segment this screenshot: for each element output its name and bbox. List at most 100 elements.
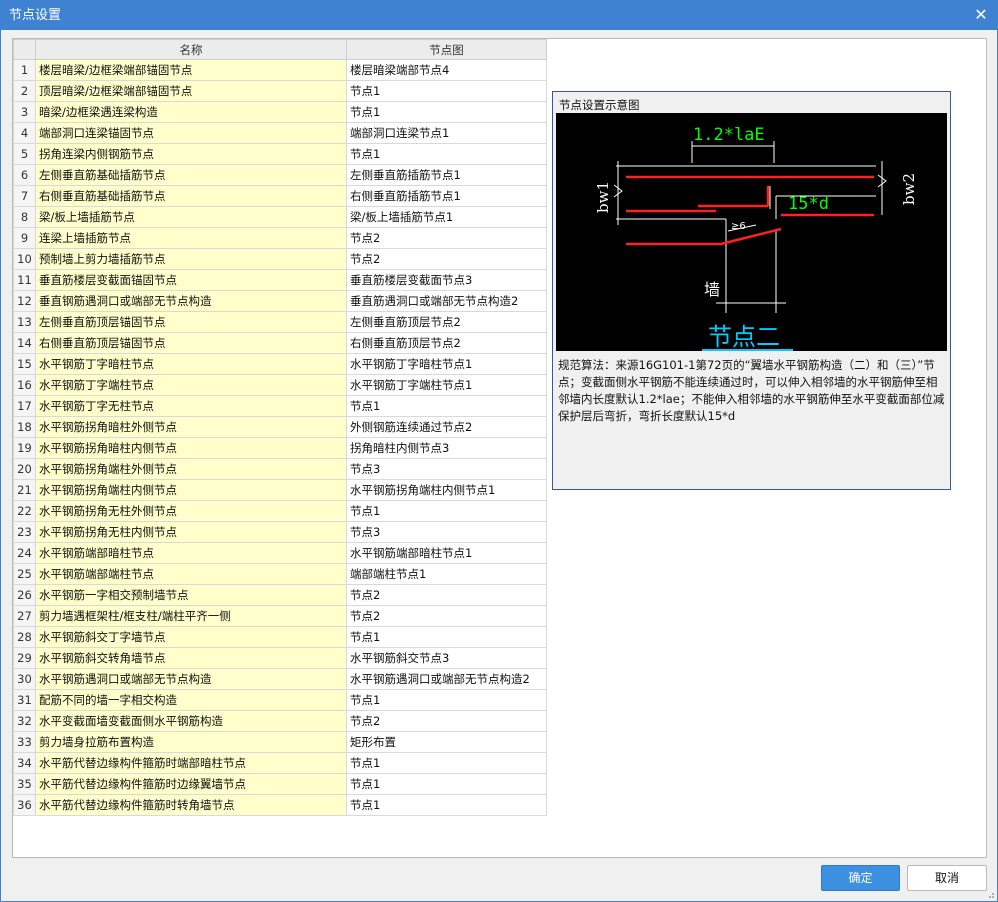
row-node-cell[interactable]: 节点2 bbox=[346, 248, 547, 270]
table-row[interactable]: 28 水平钢筋斜交丁字墙节点 节点1 bbox=[13, 626, 547, 648]
row-name-cell[interactable]: 梁/板上墙插筋节点 bbox=[35, 206, 347, 228]
table-row[interactable]: 6 左侧垂直筋基础插筋节点 左侧垂直筋插筋节点1 bbox=[13, 164, 547, 186]
table-row[interactable]: 19 水平钢筋拐角暗柱内侧节点 拐角暗柱内侧节点3 bbox=[13, 437, 547, 459]
row-name-cell[interactable]: 水平钢筋丁字暗柱节点 bbox=[35, 353, 347, 375]
row-node-cell[interactable]: 节点2 bbox=[346, 710, 547, 732]
row-node-cell[interactable]: 右侧垂直筋顶层节点2 bbox=[346, 332, 547, 354]
table-row[interactable]: 23 水平钢筋拐角无柱内侧节点 节点3 bbox=[13, 521, 547, 543]
table-row[interactable]: 7 右侧垂直筋基础插筋节点 右侧垂直筋插筋节点1 bbox=[13, 185, 547, 207]
cancel-button[interactable]: 取消 bbox=[907, 865, 987, 891]
row-name-cell[interactable]: 垂直筋楼层变截面锚固节点 bbox=[35, 269, 347, 291]
row-node-cell[interactable]: 节点2 bbox=[346, 584, 547, 606]
row-name-cell[interactable]: 水平钢筋斜交丁字墙节点 bbox=[35, 626, 347, 648]
row-name-cell[interactable]: 水平钢筋拐角端柱外侧节点 bbox=[35, 458, 347, 480]
table-row[interactable]: 9 连梁上墙插筋节点 节点2 bbox=[13, 227, 547, 249]
table-row[interactable]: 4 端部洞口连梁锚固节点 端部洞口连梁节点1 bbox=[13, 122, 547, 144]
row-node-cell[interactable]: 矩形布置 bbox=[346, 731, 547, 753]
table-row[interactable]: 33 剪力墙身拉筋布置构造 矩形布置 bbox=[13, 731, 547, 753]
row-name-cell[interactable]: 水平变截面墙变截面侧水平钢筋构造 bbox=[35, 710, 347, 732]
row-name-cell[interactable]: 水平筋代替边缘构件箍筋时边缘翼墙节点 bbox=[35, 773, 347, 795]
row-name-cell[interactable]: 楼层暗梁/边框梁端部锚固节点 bbox=[35, 59, 347, 81]
row-name-cell[interactable]: 水平钢筋斜交转角墙节点 bbox=[35, 647, 347, 669]
row-node-cell[interactable]: 节点3 bbox=[346, 521, 547, 543]
row-node-cell[interactable]: 节点1 bbox=[346, 80, 547, 102]
row-node-cell[interactable]: 水平钢筋遇洞口或端部无节点构造2 bbox=[346, 668, 547, 690]
row-name-cell[interactable]: 水平钢筋拐角暗柱内侧节点 bbox=[35, 437, 347, 459]
row-node-cell[interactable]: 外侧钢筋连续通过节点2 bbox=[346, 416, 547, 438]
row-name-cell[interactable]: 水平钢筋端部端柱节点 bbox=[35, 563, 347, 585]
row-name-cell[interactable]: 预制墙上剪力墙插筋节点 bbox=[35, 248, 347, 270]
row-name-cell[interactable]: 水平钢筋一字相交预制墙节点 bbox=[35, 584, 347, 606]
row-node-cell[interactable]: 节点2 bbox=[346, 605, 547, 627]
row-node-cell[interactable]: 节点3 bbox=[346, 458, 547, 480]
table-row[interactable]: 17 水平钢筋丁字无柱节点 节点1 bbox=[13, 395, 547, 417]
table-row[interactable]: 11 垂直筋楼层变截面锚固节点 垂直筋楼层变截面节点3 bbox=[13, 269, 547, 291]
table-row[interactable]: 32 水平变截面墙变截面侧水平钢筋构造 节点2 bbox=[13, 710, 547, 732]
row-name-cell[interactable]: 拐角连梁内侧钢筋节点 bbox=[35, 143, 347, 165]
row-name-cell[interactable]: 水平钢筋丁字无柱节点 bbox=[35, 395, 347, 417]
row-node-cell[interactable]: 端部端柱节点1 bbox=[346, 563, 547, 585]
table-row[interactable]: 20 水平钢筋拐角端柱外侧节点 节点3 bbox=[13, 458, 547, 480]
row-name-cell[interactable]: 顶层暗梁/边框梁端部锚固节点 bbox=[35, 80, 347, 102]
row-node-cell[interactable]: 节点2 bbox=[346, 227, 547, 249]
row-name-cell[interactable]: 水平钢筋遇洞口或端部无节点构造 bbox=[35, 668, 347, 690]
table-row[interactable]: 16 水平钢筋丁字端柱节点 水平钢筋丁字端柱节点1 bbox=[13, 374, 547, 396]
row-node-cell[interactable]: 水平钢筋端部暗柱节点1 bbox=[346, 542, 547, 564]
row-node-cell[interactable]: 节点1 bbox=[346, 395, 547, 417]
table-row[interactable]: 36 水平筋代替边缘构件箍筋时转角墙节点 节点1 bbox=[13, 794, 547, 816]
row-node-cell[interactable]: 节点1 bbox=[346, 752, 547, 774]
table-row[interactable]: 26 水平钢筋一字相交预制墙节点 节点2 bbox=[13, 584, 547, 606]
row-node-cell[interactable]: 楼层暗梁端部节点4 bbox=[346, 59, 547, 81]
row-name-cell[interactable]: 暗梁/边框梁遇连梁构造 bbox=[35, 101, 347, 123]
row-name-cell[interactable]: 左侧垂直筋基础插筋节点 bbox=[35, 164, 347, 186]
table-row[interactable]: 35 水平筋代替边缘构件箍筋时边缘翼墙节点 节点1 bbox=[13, 773, 547, 795]
row-node-cell[interactable]: 梁/板上墙插筋节点1 bbox=[346, 206, 547, 228]
table-row[interactable]: 24 水平钢筋端部暗柱节点 水平钢筋端部暗柱节点1 bbox=[13, 542, 547, 564]
row-name-cell[interactable]: 右侧垂直筋顶层锚固节点 bbox=[35, 332, 347, 354]
table-row[interactable]: 29 水平钢筋斜交转角墙节点 水平钢筋斜交节点3 bbox=[13, 647, 547, 669]
row-name-cell[interactable]: 垂直钢筋遇洞口或端部无节点构造 bbox=[35, 290, 347, 312]
row-node-cell[interactable]: 水平钢筋斜交节点3 bbox=[346, 647, 547, 669]
row-name-cell[interactable]: 水平钢筋丁字端柱节点 bbox=[35, 374, 347, 396]
row-node-cell[interactable]: 水平钢筋拐角端柱内侧节点1 bbox=[346, 479, 547, 501]
table-row[interactable]: 1 楼层暗梁/边框梁端部锚固节点 楼层暗梁端部节点4 bbox=[13, 59, 547, 81]
row-name-cell[interactable]: 水平钢筋拐角端柱内侧节点 bbox=[35, 479, 347, 501]
table-row[interactable]: 14 右侧垂直筋顶层锚固节点 右侧垂直筋顶层节点2 bbox=[13, 332, 547, 354]
row-name-cell[interactable]: 水平钢筋端部暗柱节点 bbox=[35, 542, 347, 564]
row-node-cell[interactable]: 节点1 bbox=[346, 773, 547, 795]
column-header-name[interactable]: 名称 bbox=[35, 39, 347, 60]
table-row[interactable]: 5 拐角连梁内侧钢筋节点 节点1 bbox=[13, 143, 547, 165]
row-node-cell[interactable]: 拐角暗柱内侧节点3 bbox=[346, 437, 547, 459]
row-node-cell[interactable]: 水平钢筋丁字端柱节点1 bbox=[346, 374, 547, 396]
row-node-cell[interactable]: 节点1 bbox=[346, 794, 547, 816]
resize-grip-icon[interactable] bbox=[985, 889, 995, 899]
row-name-cell[interactable]: 水平钢筋拐角暗柱外侧节点 bbox=[35, 416, 347, 438]
row-node-cell[interactable]: 垂直筋楼层变截面节点3 bbox=[346, 269, 547, 291]
row-node-cell[interactable]: 端部洞口连梁节点1 bbox=[346, 122, 547, 144]
table-row[interactable]: 30 水平钢筋遇洞口或端部无节点构造 水平钢筋遇洞口或端部无节点构造2 bbox=[13, 668, 547, 690]
row-node-cell[interactable]: 节点1 bbox=[346, 689, 547, 711]
table-row[interactable]: 3 暗梁/边框梁遇连梁构造 节点1 bbox=[13, 101, 547, 123]
row-node-cell[interactable]: 节点1 bbox=[346, 101, 547, 123]
row-node-cell[interactable]: 左侧垂直筋插筋节点1 bbox=[346, 164, 547, 186]
row-name-cell[interactable]: 左侧垂直筋顶层锚固节点 bbox=[35, 311, 347, 333]
row-node-cell[interactable]: 右侧垂直筋插筋节点1 bbox=[346, 185, 547, 207]
row-node-cell[interactable]: 水平钢筋丁字暗柱节点1 bbox=[346, 353, 547, 375]
table-row[interactable]: 34 水平筋代替边缘构件箍筋时端部暗柱节点 节点1 bbox=[13, 752, 547, 774]
table-row[interactable]: 15 水平钢筋丁字暗柱节点 水平钢筋丁字暗柱节点1 bbox=[13, 353, 547, 375]
row-node-cell[interactable]: 节点1 bbox=[346, 626, 547, 648]
table-row[interactable]: 31 配筋不同的墙一字相交构造 节点1 bbox=[13, 689, 547, 711]
row-name-cell[interactable]: 连梁上墙插筋节点 bbox=[35, 227, 347, 249]
row-node-cell[interactable]: 节点1 bbox=[346, 500, 547, 522]
table-row[interactable]: 13 左侧垂直筋顶层锚固节点 左侧垂直筋顶层节点2 bbox=[13, 311, 547, 333]
row-node-cell[interactable]: 节点1 bbox=[346, 143, 547, 165]
row-name-cell[interactable]: 水平钢筋拐角无柱外侧节点 bbox=[35, 500, 347, 522]
table-row[interactable]: 2 顶层暗梁/边框梁端部锚固节点 节点1 bbox=[13, 80, 547, 102]
row-name-cell[interactable]: 右侧垂直筋基础插筋节点 bbox=[35, 185, 347, 207]
row-name-cell[interactable]: 水平筋代替边缘构件箍筋时端部暗柱节点 bbox=[35, 752, 347, 774]
row-name-cell[interactable]: 水平筋代替边缘构件箍筋时转角墙节点 bbox=[35, 794, 347, 816]
row-name-cell[interactable]: 配筋不同的墙一字相交构造 bbox=[35, 689, 347, 711]
table-row[interactable]: 25 水平钢筋端部端柱节点 端部端柱节点1 bbox=[13, 563, 547, 585]
close-icon[interactable]: ✕ bbox=[971, 1, 991, 30]
row-node-cell[interactable]: 垂直筋遇洞口或端部无节点构造2 bbox=[346, 290, 547, 312]
